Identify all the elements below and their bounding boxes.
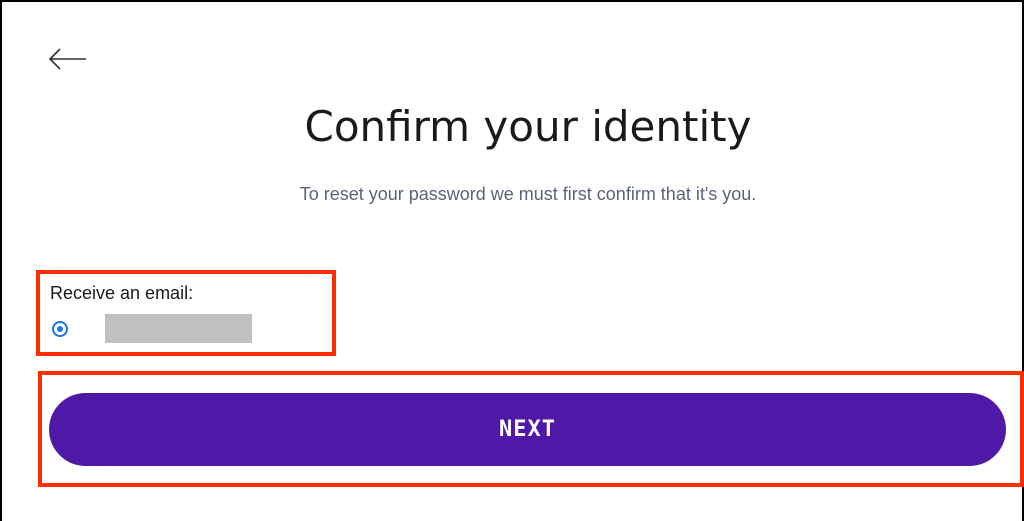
- page-frame: Confirm your identity To reset your pass…: [0, 0, 1024, 521]
- email-option-label: Receive an email:: [50, 283, 194, 303]
- back-arrow-icon[interactable]: [46, 42, 88, 72]
- radio-selected-dot: [57, 326, 63, 332]
- page-subtitle: To reset your password we must first con…: [299, 184, 757, 204]
- next-button[interactable]: NEXT: [49, 393, 1006, 466]
- page-title: Confirm your identity: [304, 102, 752, 151]
- email-address-redacted: [105, 314, 252, 343]
- email-radio-button[interactable]: [52, 321, 68, 337]
